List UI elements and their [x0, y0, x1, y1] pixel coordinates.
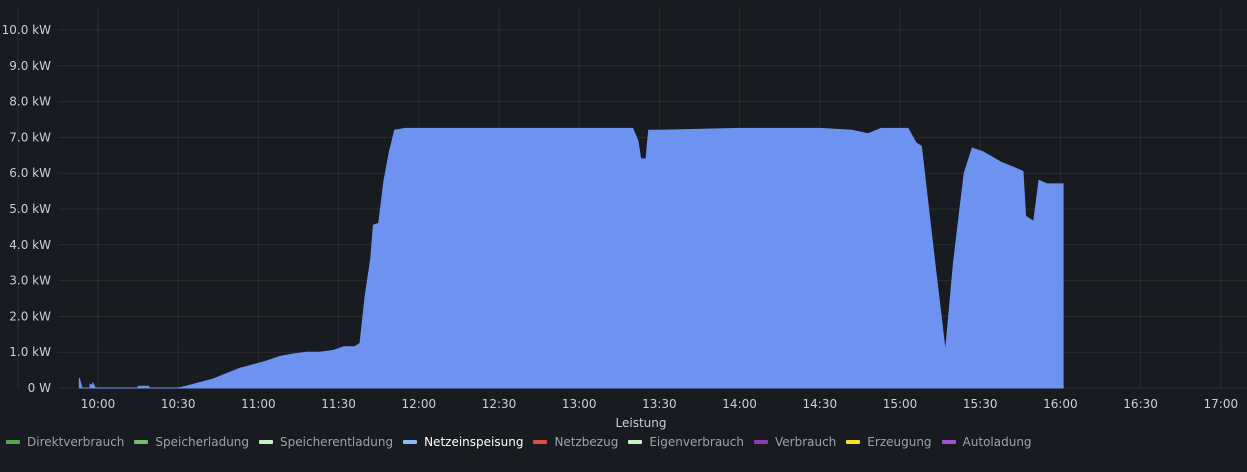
legend-swatch — [259, 440, 274, 444]
y-tick-label: 1.0 kW — [9, 345, 51, 359]
legend-label: Autoladung — [962, 435, 1032, 449]
legend-label: Speicherladung — [155, 435, 250, 449]
legend-label: Erzeugung — [867, 435, 932, 449]
legend-swatch — [846, 440, 861, 444]
legend-item-netzbezug[interactable]: Netzbezug — [533, 435, 618, 449]
y-axis-tick-labels: 0 W 1.0 kW 2.0 kW 3.0 kW 4.0 kW 5.0 kW 6.0 kW 7… — [2, 23, 51, 395]
legend-item-speicherentladung[interactable]: Speicherentladung — [259, 435, 393, 449]
y-tick-label: 7.0 kW — [9, 130, 51, 144]
y-tick-label: 4.0 kW — [9, 238, 51, 252]
series-area-netzeinspeisung[interactable] — [78, 127, 1064, 389]
legend-swatch — [941, 440, 956, 444]
x-tick-label: 11:30 — [321, 397, 356, 411]
x-tick-label: 14:30 — [803, 397, 838, 411]
x-tick-label: 13:30 — [642, 397, 677, 411]
legend-swatch — [134, 440, 149, 444]
legend-item-erzeugung[interactable]: Erzeugung — [846, 435, 932, 449]
x-tick-label: 13:00 — [562, 397, 597, 411]
legend-label: Netzeinspeisung — [424, 435, 524, 449]
legend-label: Netzbezug — [554, 435, 619, 449]
legend-swatch — [403, 440, 418, 444]
x-tick-label: 12:30 — [482, 397, 517, 411]
x-tick-label: 16:00 — [1043, 397, 1078, 411]
legend: Direktverbrauch Speicherladung Speicherent… — [6, 432, 1042, 452]
legend-swatch — [533, 440, 548, 444]
power-chart-panel: 0 W 1.0 kW 2.0 kW 3.0 kW 4.0 kW 5.0 kW 6.0 kW 7… — [0, 0, 1247, 430]
legend-label: Verbrauch — [774, 435, 837, 449]
x-tick-label: 15:00 — [883, 397, 918, 411]
legend-swatch — [628, 440, 643, 444]
y-tick-label: 10.0 kW — [2, 23, 51, 37]
series-area-layer — [78, 127, 1064, 389]
y-tick-label: 9.0 kW — [9, 59, 51, 73]
x-tick-label: 10:30 — [161, 397, 196, 411]
legend-item-eigenverbrauch[interactable]: Eigenverbrauch — [628, 435, 744, 449]
legend-label: Eigenverbrauch — [649, 435, 744, 449]
legend-item-autoladung[interactable]: Autoladung — [941, 435, 1032, 449]
x-tick-label: 15:30 — [963, 397, 998, 411]
legend-item-speicherladung[interactable]: Speicherladung — [134, 435, 249, 449]
x-tick-label: 11:00 — [241, 397, 276, 411]
legend-swatch — [6, 440, 20, 444]
y-tick-label: 5.0 kW — [9, 202, 51, 216]
y-tick-label: 6.0 kW — [9, 166, 51, 180]
legend-item-netzeinspeisung[interactable]: Netzeinspeisung — [403, 435, 523, 449]
y-tick-label: 0 W — [28, 381, 51, 395]
x-tick-label: 16:30 — [1123, 397, 1158, 411]
y-tick-label: 2.0 kW — [9, 309, 51, 323]
legend-item-direktverbrauch[interactable]: Direktverbrauch — [6, 435, 124, 449]
x-tick-label: 14:00 — [722, 397, 757, 411]
legend-label: Direktverbrauch — [27, 435, 125, 449]
y-tick-label: 3.0 kW — [9, 274, 51, 288]
x-axis-tick-labels: 10:00 10:30 11:00 11:30 12:00 12:30 13:00 13:30… — [81, 397, 1238, 411]
legend-swatch — [753, 440, 768, 444]
x-tick-label: 12:00 — [402, 397, 437, 411]
y-tick-label: 8.0 kW — [9, 95, 51, 109]
x-tick-label: 17:00 — [1204, 397, 1239, 411]
power-chart[interactable]: 0 W 1.0 kW 2.0 kW 3.0 kW 4.0 kW 5.0 kW 6.0 kW 7… — [0, 0, 1247, 430]
legend-label: Speicherentladung — [280, 435, 394, 449]
x-axis-title: Leistung — [616, 416, 667, 430]
legend-item-verbrauch[interactable]: Verbrauch — [753, 435, 837, 449]
x-tick-label: 10:00 — [81, 397, 116, 411]
